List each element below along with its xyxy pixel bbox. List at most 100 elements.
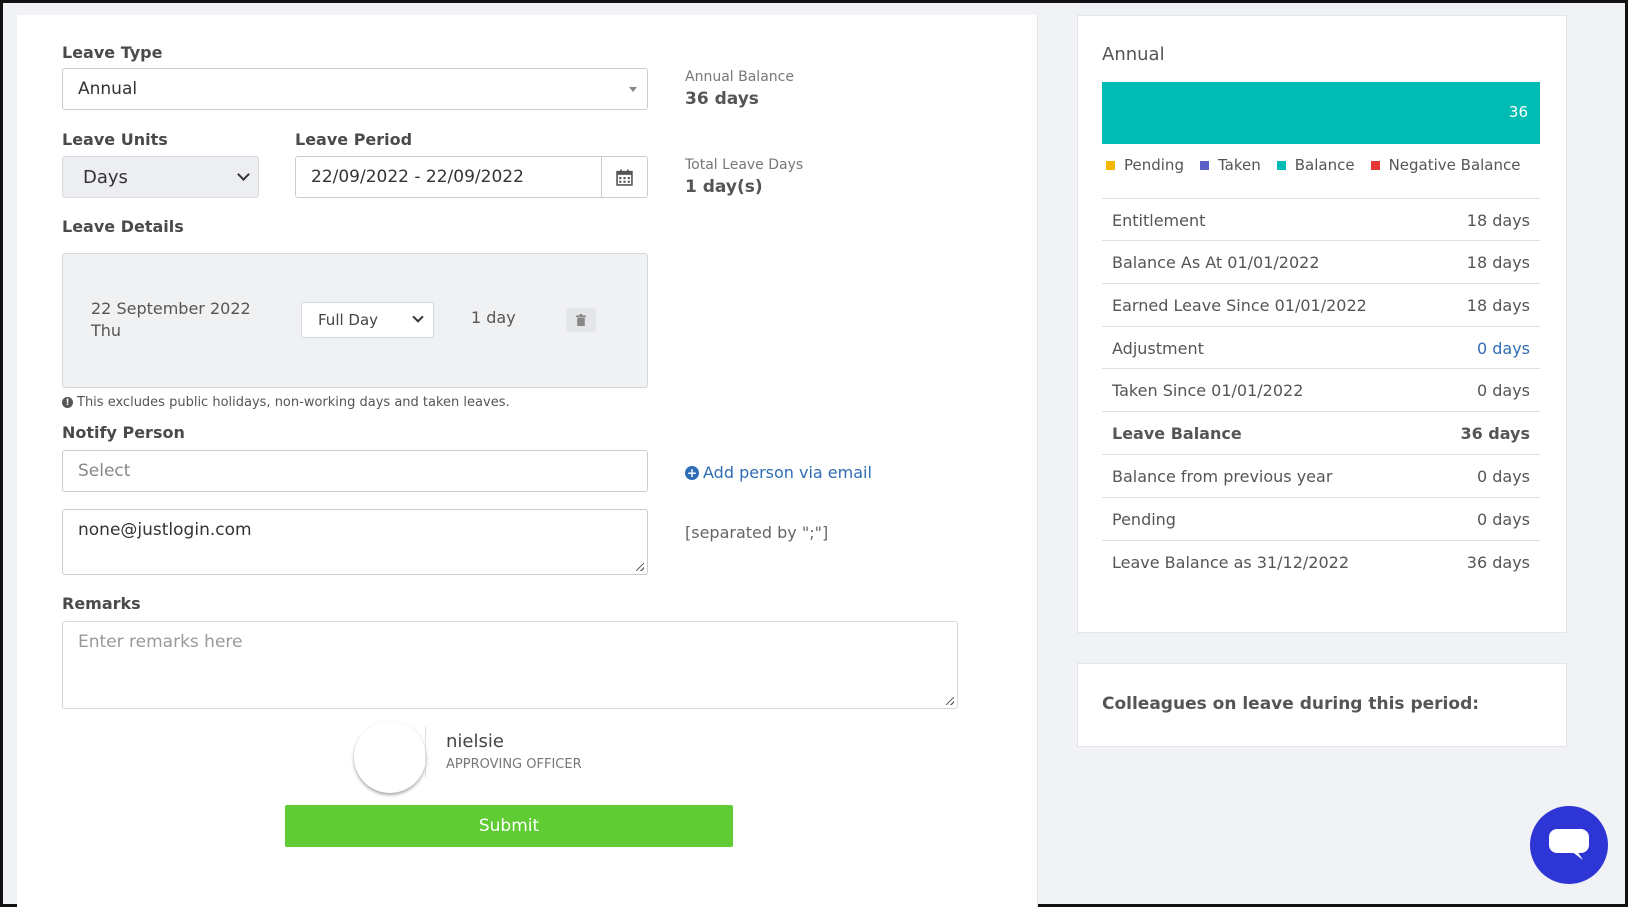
balance-row: Balance from previous year 0 days xyxy=(1102,454,1540,498)
total-days-label: Total Leave Days xyxy=(685,157,804,173)
balance-row-label: Taken Since 01/01/2022 xyxy=(1112,381,1304,400)
balance-bar-track: 36 xyxy=(1102,82,1540,144)
leave-period-value: 22/09/2022 - 22/09/2022 xyxy=(311,167,524,187)
balance-row-label: Entitlement xyxy=(1112,211,1206,230)
legend-label: Balance xyxy=(1294,156,1355,174)
balance-row: Earned Leave Since 01/01/2022 18 days xyxy=(1102,283,1540,327)
legend-item: Balance xyxy=(1276,156,1355,174)
colleagues-title: Colleagues on leave during this period: xyxy=(1102,694,1480,714)
detail-weekday: Thu xyxy=(91,321,122,340)
leave-details-label: Leave Details xyxy=(62,217,184,236)
balance-row-label: Adjustment xyxy=(1112,339,1204,358)
resize-grip-icon[interactable] xyxy=(946,697,954,705)
balance-row-value: 36 days xyxy=(1460,424,1530,443)
balance-row-value: 36 days xyxy=(1466,553,1530,572)
legend-swatch xyxy=(1199,160,1209,170)
balance-row: Entitlement 18 days xyxy=(1102,198,1540,242)
balance-row-label: Balance from previous year xyxy=(1112,467,1333,486)
info-note-text: This excludes public holidays, non-worki… xyxy=(77,395,510,410)
chat-button[interactable] xyxy=(1530,806,1608,884)
leave-type-label: Leave Type xyxy=(62,43,163,62)
chevron-down-icon xyxy=(237,168,250,181)
annual-balance-label: Annual Balance xyxy=(685,69,794,85)
approver-name: nielsie xyxy=(446,731,504,752)
leave-details-box: 22 September 2022 Thu Full Day 1 day xyxy=(62,253,648,388)
annual-balance-value: 36 days xyxy=(685,89,759,109)
balance-row-label: Pending xyxy=(1112,510,1176,529)
balance-row-value: 0 days xyxy=(1476,467,1530,486)
legend-item: Taken xyxy=(1199,156,1261,174)
total-days-value: 1 day(s) xyxy=(685,177,763,197)
info-icon: ! xyxy=(62,397,73,408)
balance-bar-fill xyxy=(1102,82,1540,144)
detail-date: 22 September 2022 xyxy=(91,299,251,318)
balance-row-value: 18 days xyxy=(1466,296,1530,315)
balance-row-label: Balance As At 01/01/2022 xyxy=(1112,253,1320,272)
calendar-button[interactable] xyxy=(601,157,647,197)
email-textarea[interactable]: none@justlogin.com xyxy=(62,509,648,575)
avatar xyxy=(354,721,426,793)
chat-bubble-icon xyxy=(1549,829,1589,860)
legend-swatch xyxy=(1106,160,1115,170)
balance-panel-title: Annual xyxy=(1102,44,1165,65)
balance-row-label: Leave Balance xyxy=(1112,424,1242,443)
approver-role: APPROVING OFFICER xyxy=(446,757,582,772)
email-value: none@justlogin.com xyxy=(78,520,252,540)
balance-row-value: 0 days xyxy=(1476,381,1530,400)
colleagues-panel: Colleagues on leave during this period: xyxy=(1077,663,1567,747)
leave-units-label: Leave Units xyxy=(62,130,168,149)
balance-legend: Pending Taken Balance Negative Balance xyxy=(1106,156,1536,174)
balance-row: Leave Balance as 31/12/2022 36 days xyxy=(1102,540,1540,584)
calendar-icon xyxy=(616,169,633,186)
email-hint: [separated by ";"] xyxy=(685,523,829,542)
submit-button[interactable]: Submit xyxy=(285,805,733,847)
leave-type-select[interactable]: Annual xyxy=(62,68,648,110)
balance-row-value: 18 days xyxy=(1466,253,1530,272)
leave-period-label: Leave Period xyxy=(295,130,413,149)
leave-type-value: Annual xyxy=(78,79,138,99)
resize-grip-icon[interactable] xyxy=(636,563,644,571)
info-note: ! This excludes public holidays, non-wor… xyxy=(62,395,510,410)
notify-person-label: Notify Person xyxy=(62,423,185,442)
legend-label: Pending xyxy=(1124,156,1184,174)
add-person-link[interactable]: + Add person via email xyxy=(685,463,872,482)
legend-swatch xyxy=(1370,160,1380,170)
notify-person-placeholder: Select xyxy=(78,461,131,481)
leave-form: Leave Type Annual Annual Balance 36 days… xyxy=(17,15,1038,907)
legend-label: Negative Balance xyxy=(1388,156,1521,174)
legend-item: Pending xyxy=(1106,156,1184,174)
balance-row: Adjustment 0 days xyxy=(1102,326,1540,370)
remarks-placeholder: Enter remarks here xyxy=(78,632,243,652)
notify-person-select[interactable]: Select xyxy=(62,450,648,492)
plus-circle-icon: + xyxy=(685,465,699,480)
legend-item: Negative Balance xyxy=(1370,156,1521,174)
leave-units-select[interactable]: Days xyxy=(62,156,259,198)
add-person-link-text: Add person via email xyxy=(703,463,872,482)
leave-period-input[interactable]: 22/09/2022 - 22/09/2022 xyxy=(295,156,648,198)
app-frame: Leave Type Annual Annual Balance 36 days… xyxy=(0,0,1628,907)
avatar-divider xyxy=(425,727,426,777)
balance-row-value: 0 days xyxy=(1476,510,1530,529)
balance-panel: Annual 36 Pending Taken Balance Negative Ba… xyxy=(1077,15,1567,633)
delete-button[interactable] xyxy=(566,308,596,332)
balance-bar-value: 36 xyxy=(1508,103,1528,121)
detail-date-block: 22 September 2022 Thu xyxy=(91,298,251,342)
duration-value: Full Day xyxy=(318,311,379,329)
remarks-textarea[interactable]: Enter remarks here xyxy=(62,621,958,709)
balance-row-value: 18 days xyxy=(1466,211,1530,230)
duration-select[interactable]: Full Day xyxy=(301,302,434,338)
legend-swatch xyxy=(1276,160,1286,170)
balance-row-label: Earned Leave Since 01/01/2022 xyxy=(1112,296,1367,315)
balance-row-label: Leave Balance as 31/12/2022 xyxy=(1112,553,1350,572)
remarks-label: Remarks xyxy=(62,594,141,613)
legend-label: Taken xyxy=(1217,156,1261,174)
balance-row: Leave Balance 36 days xyxy=(1102,411,1540,455)
detail-days: 1 day xyxy=(471,308,516,327)
trash-icon xyxy=(576,314,586,326)
balance-row-value[interactable]: 0 days xyxy=(1477,339,1530,358)
balance-row: Pending 0 days xyxy=(1102,497,1540,541)
caret-down-icon xyxy=(629,87,637,92)
balance-row: Balance As At 01/01/2022 18 days xyxy=(1102,240,1540,284)
leave-units-value: Days xyxy=(83,166,128,188)
balance-row: Taken Since 01/01/2022 0 days xyxy=(1102,368,1540,412)
